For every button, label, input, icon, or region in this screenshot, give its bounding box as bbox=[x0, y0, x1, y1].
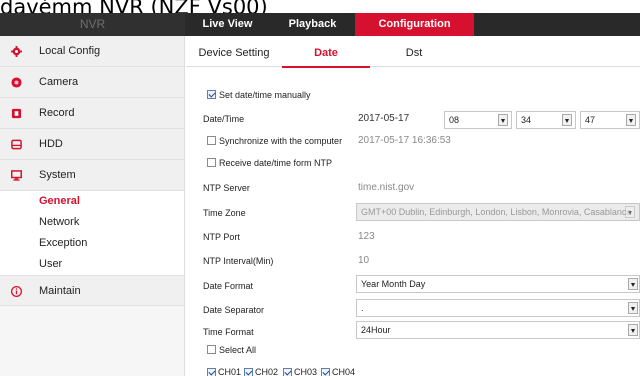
sidebar-item-label: HDD bbox=[39, 138, 63, 150]
date-separator-value: . bbox=[361, 303, 364, 313]
time-format-select[interactable]: 24Hour bbox=[356, 321, 640, 339]
ntp-server-label: NTP Server bbox=[203, 183, 250, 193]
select-all-checkbox[interactable] bbox=[207, 345, 216, 354]
datetime-label: Date/Time bbox=[203, 114, 245, 124]
sidebar-item-maintain[interactable]: Maintain bbox=[0, 275, 184, 306]
ntp-interval-input[interactable]: 10 bbox=[358, 255, 369, 266]
settings-tabs: Device Setting Date Dst bbox=[186, 44, 640, 68]
sidebar-item-label: Local Config bbox=[39, 45, 101, 57]
channel-label: CH02 bbox=[255, 367, 279, 376]
monitor-icon bbox=[11, 170, 22, 181]
set-manually-checkbox[interactable] bbox=[207, 90, 216, 99]
menu-configuration[interactable]: Configuration bbox=[355, 13, 474, 36]
date-value[interactable]: 2017-05-17 bbox=[358, 113, 409, 124]
tab-dst[interactable]: Dst bbox=[370, 44, 458, 67]
minute-value: 34 bbox=[521, 115, 532, 125]
sidebar-subitem-user[interactable]: User bbox=[0, 254, 184, 275]
receive-ntp-label: Receive date/time form NTP bbox=[219, 158, 333, 168]
sidebar-item-label: Camera bbox=[39, 76, 79, 88]
menu-playback[interactable]: Playback bbox=[270, 13, 355, 36]
channel-checkbox-ch04[interactable] bbox=[321, 368, 330, 376]
date-format-select[interactable]: Year Month Day bbox=[356, 275, 640, 293]
hour-select[interactable]: 08 bbox=[444, 111, 512, 129]
sidebar-item-label: Maintain bbox=[39, 285, 81, 297]
channel-checkbox-ch01[interactable] bbox=[207, 368, 216, 376]
time-zone-label: Time Zone bbox=[203, 208, 246, 218]
page-caption: davémm NVR (NZF Vs00) bbox=[0, 0, 268, 13]
sidebar-item-camera[interactable]: Camera bbox=[0, 67, 184, 98]
record-icon bbox=[11, 108, 22, 119]
tab-device-setting[interactable]: Device Setting bbox=[186, 44, 282, 67]
time-format-label: Time Format bbox=[203, 327, 254, 337]
time-zone-value: GMT+00 Dublin, Edinburgh, London, Lisbon… bbox=[361, 207, 632, 217]
computer-time-value: 2017-05-17 16:36:53 bbox=[358, 135, 451, 146]
sidebar: Local Config Camera Record HDD System Ge… bbox=[0, 36, 185, 376]
top-navigation-bar: NVR Live View Playback Configuration bbox=[0, 13, 640, 36]
hour-value: 08 bbox=[449, 115, 460, 125]
chevron-down-icon bbox=[562, 114, 572, 126]
tab-date[interactable]: Date bbox=[282, 44, 370, 68]
channel-label: CH01 bbox=[218, 367, 242, 376]
sync-computer-label: Synchronize with the computer bbox=[219, 136, 343, 146]
ntp-interval-label: NTP Interval(Min) bbox=[203, 256, 274, 266]
second-select[interactable]: 47 bbox=[580, 111, 640, 129]
chevron-down-icon bbox=[626, 114, 636, 126]
second-value: 47 bbox=[585, 115, 596, 125]
sidebar-item-system[interactable]: System bbox=[0, 160, 184, 191]
date-separator-select[interactable]: . bbox=[356, 299, 640, 317]
brand-logo: NVR bbox=[0, 13, 185, 36]
chevron-down-icon bbox=[625, 206, 635, 218]
top-menu: Live View Playback Configuration bbox=[185, 13, 474, 36]
gear-icon bbox=[11, 46, 22, 57]
sidebar-item-record[interactable]: Record bbox=[0, 98, 184, 129]
sidebar-subitem-general[interactable]: General bbox=[0, 191, 184, 212]
camera-icon bbox=[11, 77, 22, 88]
channel-checkbox-ch03[interactable] bbox=[283, 368, 292, 376]
ntp-port-label: NTP Port bbox=[203, 232, 240, 242]
receive-ntp-checkbox[interactable] bbox=[207, 158, 216, 167]
sidebar-item-local-config[interactable]: Local Config bbox=[0, 36, 184, 67]
sidebar-item-hdd[interactable]: HDD bbox=[0, 129, 184, 160]
date-separator-label: Date Separator bbox=[203, 305, 265, 315]
time-zone-select[interactable]: GMT+00 Dublin, Edinburgh, London, Lisbon… bbox=[356, 203, 640, 221]
sidebar-subitem-exception[interactable]: Exception bbox=[0, 233, 184, 254]
select-all-label: Select All bbox=[219, 345, 257, 355]
minute-select[interactable]: 34 bbox=[516, 111, 576, 129]
hdd-icon bbox=[11, 139, 22, 150]
ntp-server-input[interactable]: time.nist.gov bbox=[358, 182, 414, 193]
date-format-label: Date Format bbox=[203, 281, 254, 291]
menu-live-view[interactable]: Live View bbox=[185, 13, 270, 36]
chevron-down-icon bbox=[628, 324, 638, 336]
sidebar-item-label: Record bbox=[39, 107, 75, 119]
channel-label: CH04 bbox=[332, 367, 356, 376]
sidebar-item-label: System bbox=[39, 169, 76, 181]
channel-label: CH03 bbox=[294, 367, 318, 376]
set-manually-label: Set date/time manually bbox=[219, 90, 311, 100]
sidebar-subitem-network[interactable]: Network bbox=[0, 212, 184, 233]
chevron-down-icon bbox=[628, 302, 638, 314]
ntp-port-input[interactable]: 123 bbox=[358, 231, 375, 242]
chevron-down-icon bbox=[628, 278, 638, 290]
date-format-value: Year Month Day bbox=[361, 279, 426, 289]
channel-checkbox-ch02[interactable] bbox=[244, 368, 253, 376]
info-icon bbox=[11, 286, 22, 297]
sync-computer-checkbox[interactable] bbox=[207, 136, 216, 145]
time-format-value: 24Hour bbox=[361, 325, 391, 335]
chevron-down-icon bbox=[498, 114, 508, 126]
